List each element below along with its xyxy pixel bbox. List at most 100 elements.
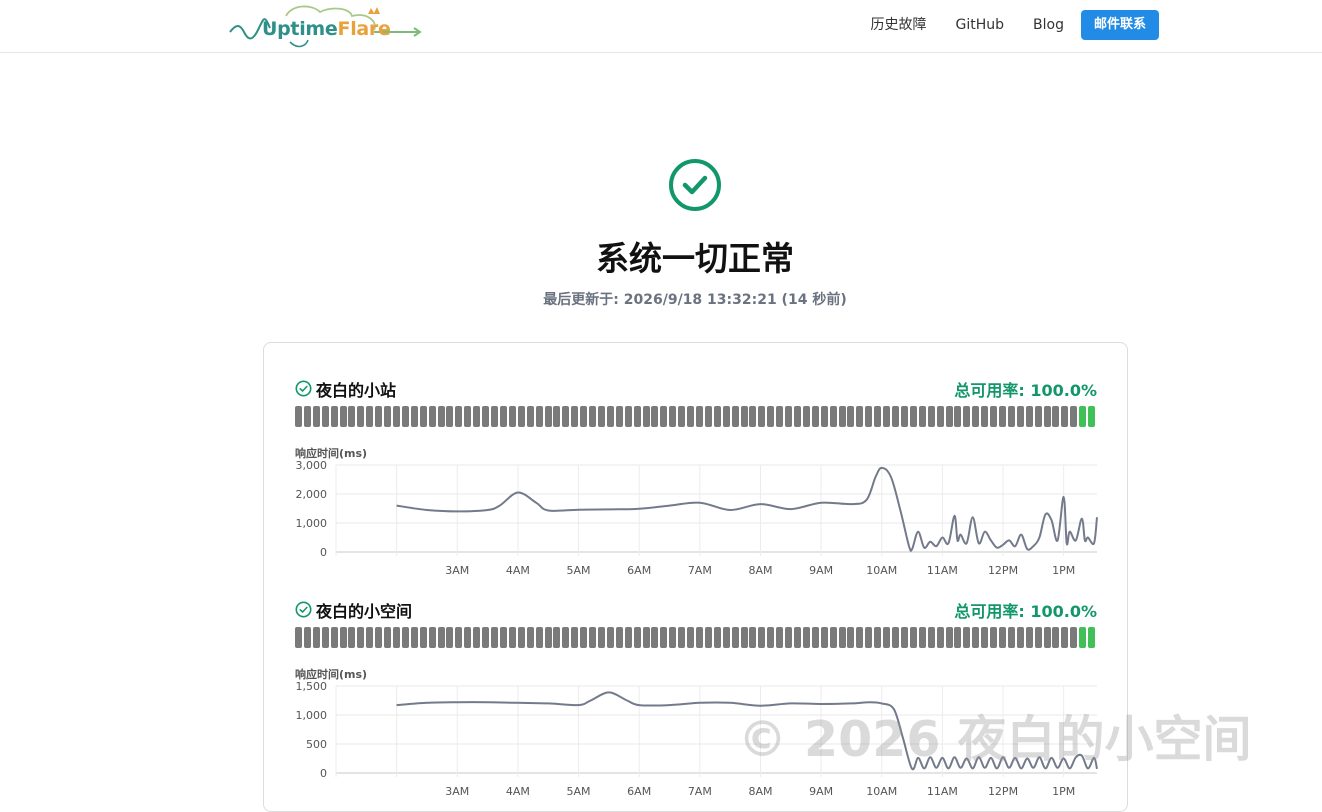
uptime-bar-nodata[interactable]	[384, 627, 392, 648]
uptime-bar-nodata[interactable]	[660, 627, 668, 648]
uptime-bar-nodata[interactable]	[1043, 406, 1051, 427]
uptime-bar-nodata[interactable]	[704, 627, 712, 648]
uptime-bar-nodata[interactable]	[794, 406, 802, 427]
response-time-line[interactable]	[396, 466, 1098, 552]
uptime-bar-nodata[interactable]	[1043, 627, 1051, 648]
uptime-bar-nodata[interactable]	[330, 406, 338, 427]
uptime-bar-nodata[interactable]	[580, 627, 588, 648]
uptime-bar-nodata[interactable]	[767, 627, 775, 648]
uptime-bar-nodata[interactable]	[366, 627, 374, 648]
uptimeflare-logo[interactable]: UptimeFlare	[228, 2, 424, 50]
uptime-bar-nodata[interactable]	[740, 406, 748, 427]
uptime-bar-nodata[interactable]	[900, 406, 908, 427]
uptime-bar-nodata[interactable]	[820, 406, 828, 427]
uptime-bar-nodata[interactable]	[918, 406, 926, 427]
uptime-bar-nodata[interactable]	[758, 627, 766, 648]
uptime-bar-nodata[interactable]	[499, 627, 507, 648]
uptime-bar-nodata[interactable]	[785, 627, 793, 648]
uptime-bar-up[interactable]	[1088, 406, 1096, 427]
uptime-bar-nodata[interactable]	[811, 406, 819, 427]
uptime-bar-nodata[interactable]	[802, 627, 810, 648]
uptime-bar-nodata[interactable]	[998, 406, 1006, 427]
uptime-bar-nodata[interactable]	[829, 406, 837, 427]
uptime-bar-nodata[interactable]	[909, 627, 917, 648]
uptime-bar-nodata[interactable]	[428, 406, 436, 427]
uptime-bar-nodata[interactable]	[366, 406, 374, 427]
uptime-bar-nodata[interactable]	[749, 406, 757, 427]
monitor-name[interactable]: 夜白的小空间	[316, 598, 412, 622]
uptime-bar-nodata[interactable]	[785, 406, 793, 427]
uptime-bar-nodata[interactable]	[615, 627, 623, 648]
uptime-bar-nodata[interactable]	[330, 627, 338, 648]
uptime-bar-nodata[interactable]	[1025, 406, 1033, 427]
uptime-bar-nodata[interactable]	[633, 627, 641, 648]
uptime-bar-nodata[interactable]	[321, 406, 329, 427]
uptime-bar-nodata[interactable]	[1052, 406, 1060, 427]
uptime-bar-nodata[interactable]	[918, 627, 926, 648]
uptime-bar-nodata[interactable]	[437, 406, 445, 427]
uptime-bar-nodata[interactable]	[927, 627, 935, 648]
uptime-bar-nodata[interactable]	[1007, 406, 1015, 427]
uptime-bar-nodata[interactable]	[838, 406, 846, 427]
uptime-bar-nodata[interactable]	[633, 406, 641, 427]
uptime-bar-nodata[interactable]	[348, 406, 356, 427]
uptime-bar-nodata[interactable]	[990, 627, 998, 648]
uptime-bar-nodata[interactable]	[597, 627, 605, 648]
uptime-bar-nodata[interactable]	[696, 627, 703, 648]
uptime-bar-nodata[interactable]	[375, 406, 383, 427]
uptime-bar-nodata[interactable]	[704, 406, 712, 427]
uptime-bar-nodata[interactable]	[713, 627, 721, 648]
uptime-bar-up[interactable]	[1079, 627, 1087, 648]
uptime-bar-nodata[interactable]	[321, 627, 329, 648]
nav-incident-history[interactable]: 历史故障	[871, 10, 927, 40]
uptime-bar-nodata[interactable]	[1016, 406, 1024, 427]
uptime-bar-nodata[interactable]	[526, 406, 534, 427]
uptime-bar-nodata[interactable]	[606, 406, 614, 427]
uptime-bar-nodata[interactable]	[883, 406, 891, 427]
uptime-bar-nodata[interactable]	[535, 627, 543, 648]
uptime-bar-nodata[interactable]	[651, 627, 659, 648]
uptime-bar-nodata[interactable]	[678, 627, 686, 648]
uptime-bar-nodata[interactable]	[731, 406, 739, 427]
uptime-bar-nodata[interactable]	[856, 627, 864, 648]
nav-github[interactable]: GitHub	[956, 10, 1005, 40]
uptime-bar-nodata[interactable]	[303, 627, 311, 648]
uptime-bar-nodata[interactable]	[972, 406, 980, 427]
uptime-bar-nodata[interactable]	[883, 627, 891, 648]
uptime-bar-nodata[interactable]	[927, 406, 935, 427]
uptime-bar-nodata[interactable]	[482, 406, 490, 427]
uptime-bar-nodata[interactable]	[749, 627, 757, 648]
uptime-bar-nodata[interactable]	[312, 406, 320, 427]
uptime-bar-nodata[interactable]	[811, 627, 819, 648]
uptime-bar-nodata[interactable]	[615, 406, 623, 427]
uptime-bar-nodata[interactable]	[410, 406, 418, 427]
uptime-bar-nodata[interactable]	[419, 627, 427, 648]
uptime-bar-nodata[interactable]	[758, 406, 766, 427]
uptime-bar-nodata[interactable]	[1061, 406, 1069, 427]
uptime-bar-nodata[interactable]	[339, 627, 347, 648]
uptime-bar-nodata[interactable]	[589, 406, 597, 427]
uptime-bar-nodata[interactable]	[571, 406, 579, 427]
uptime-bar-nodata[interactable]	[945, 627, 953, 648]
uptime-bar-nodata[interactable]	[945, 406, 953, 427]
uptime-bar-nodata[interactable]	[428, 627, 436, 648]
uptime-bar-nodata[interactable]	[847, 406, 855, 427]
monitor-name[interactable]: 夜白的小站	[316, 377, 396, 401]
uptime-bar-nodata[interactable]	[981, 627, 989, 648]
uptime-bar-nodata[interactable]	[517, 406, 525, 427]
uptime-bar-nodata[interactable]	[303, 406, 311, 427]
uptime-bar-nodata[interactable]	[838, 627, 846, 648]
uptime-bar-nodata[interactable]	[375, 627, 383, 648]
uptime-bar-nodata[interactable]	[1034, 627, 1042, 648]
uptime-bar-nodata[interactable]	[517, 627, 525, 648]
uptime-bar-nodata[interactable]	[669, 406, 677, 427]
uptime-bar-nodata[interactable]	[892, 406, 900, 427]
uptime-bar-nodata[interactable]	[393, 627, 401, 648]
uptime-bar-nodata[interactable]	[892, 627, 900, 648]
uptime-bar-nodata[interactable]	[1070, 627, 1078, 648]
uptime-bar-nodata[interactable]	[865, 627, 873, 648]
uptime-bar-nodata[interactable]	[660, 406, 668, 427]
uptime-bar-nodata[interactable]	[1070, 406, 1078, 427]
uptime-bar-nodata[interactable]	[544, 627, 552, 648]
uptime-bar-nodata[interactable]	[990, 406, 998, 427]
